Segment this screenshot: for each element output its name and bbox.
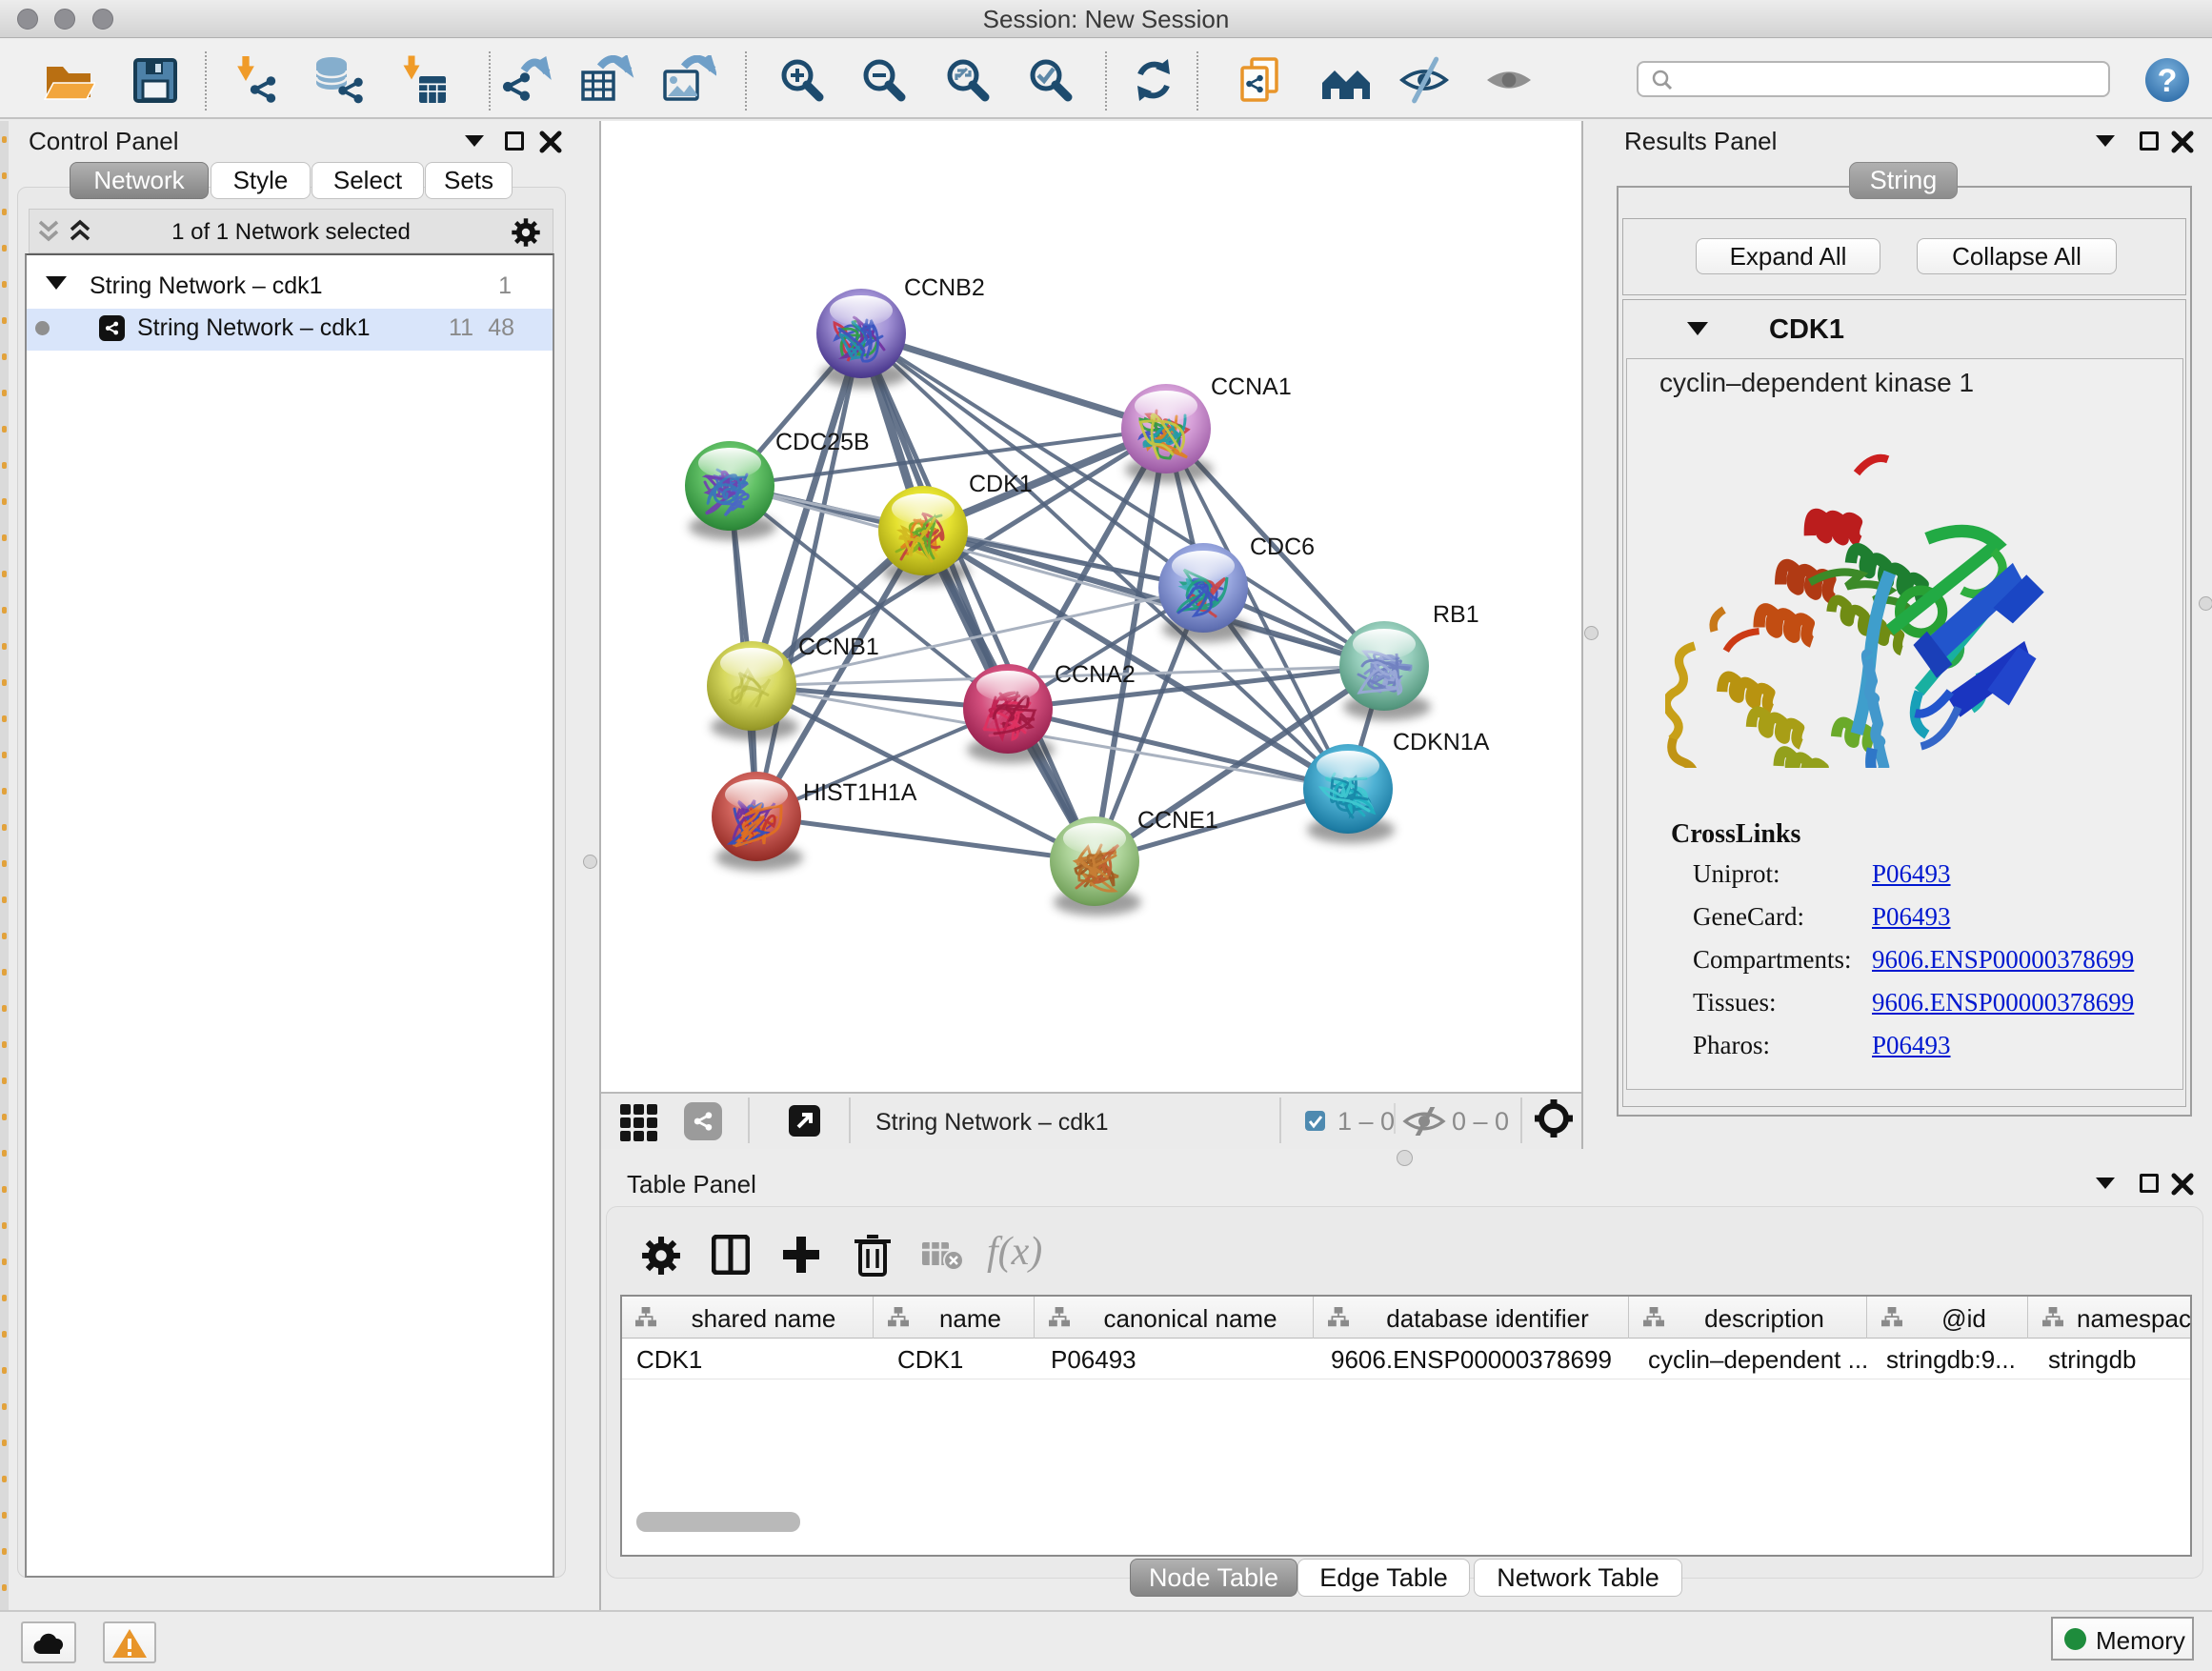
svg-text:?: ? [2158,63,2178,99]
svg-text:CCNB1: CCNB1 [798,634,879,660]
svg-text:CCNA2: CCNA2 [1055,661,1136,688]
svg-text:CDK1: CDK1 [969,471,1033,497]
svg-text:CCNE1: CCNE1 [1137,807,1218,834]
svg-text:CDKN1A: CDKN1A [1393,729,1490,755]
svg-text:CCNB2: CCNB2 [904,274,985,301]
svg-text:RB1: RB1 [1433,601,1479,628]
svg-text:CDC25B: CDC25B [775,429,870,455]
svg-text:CCNA1: CCNA1 [1211,373,1292,400]
svg-text:CDC6: CDC6 [1250,534,1315,560]
svg-text:HIST1H1A: HIST1H1A [803,779,917,806]
